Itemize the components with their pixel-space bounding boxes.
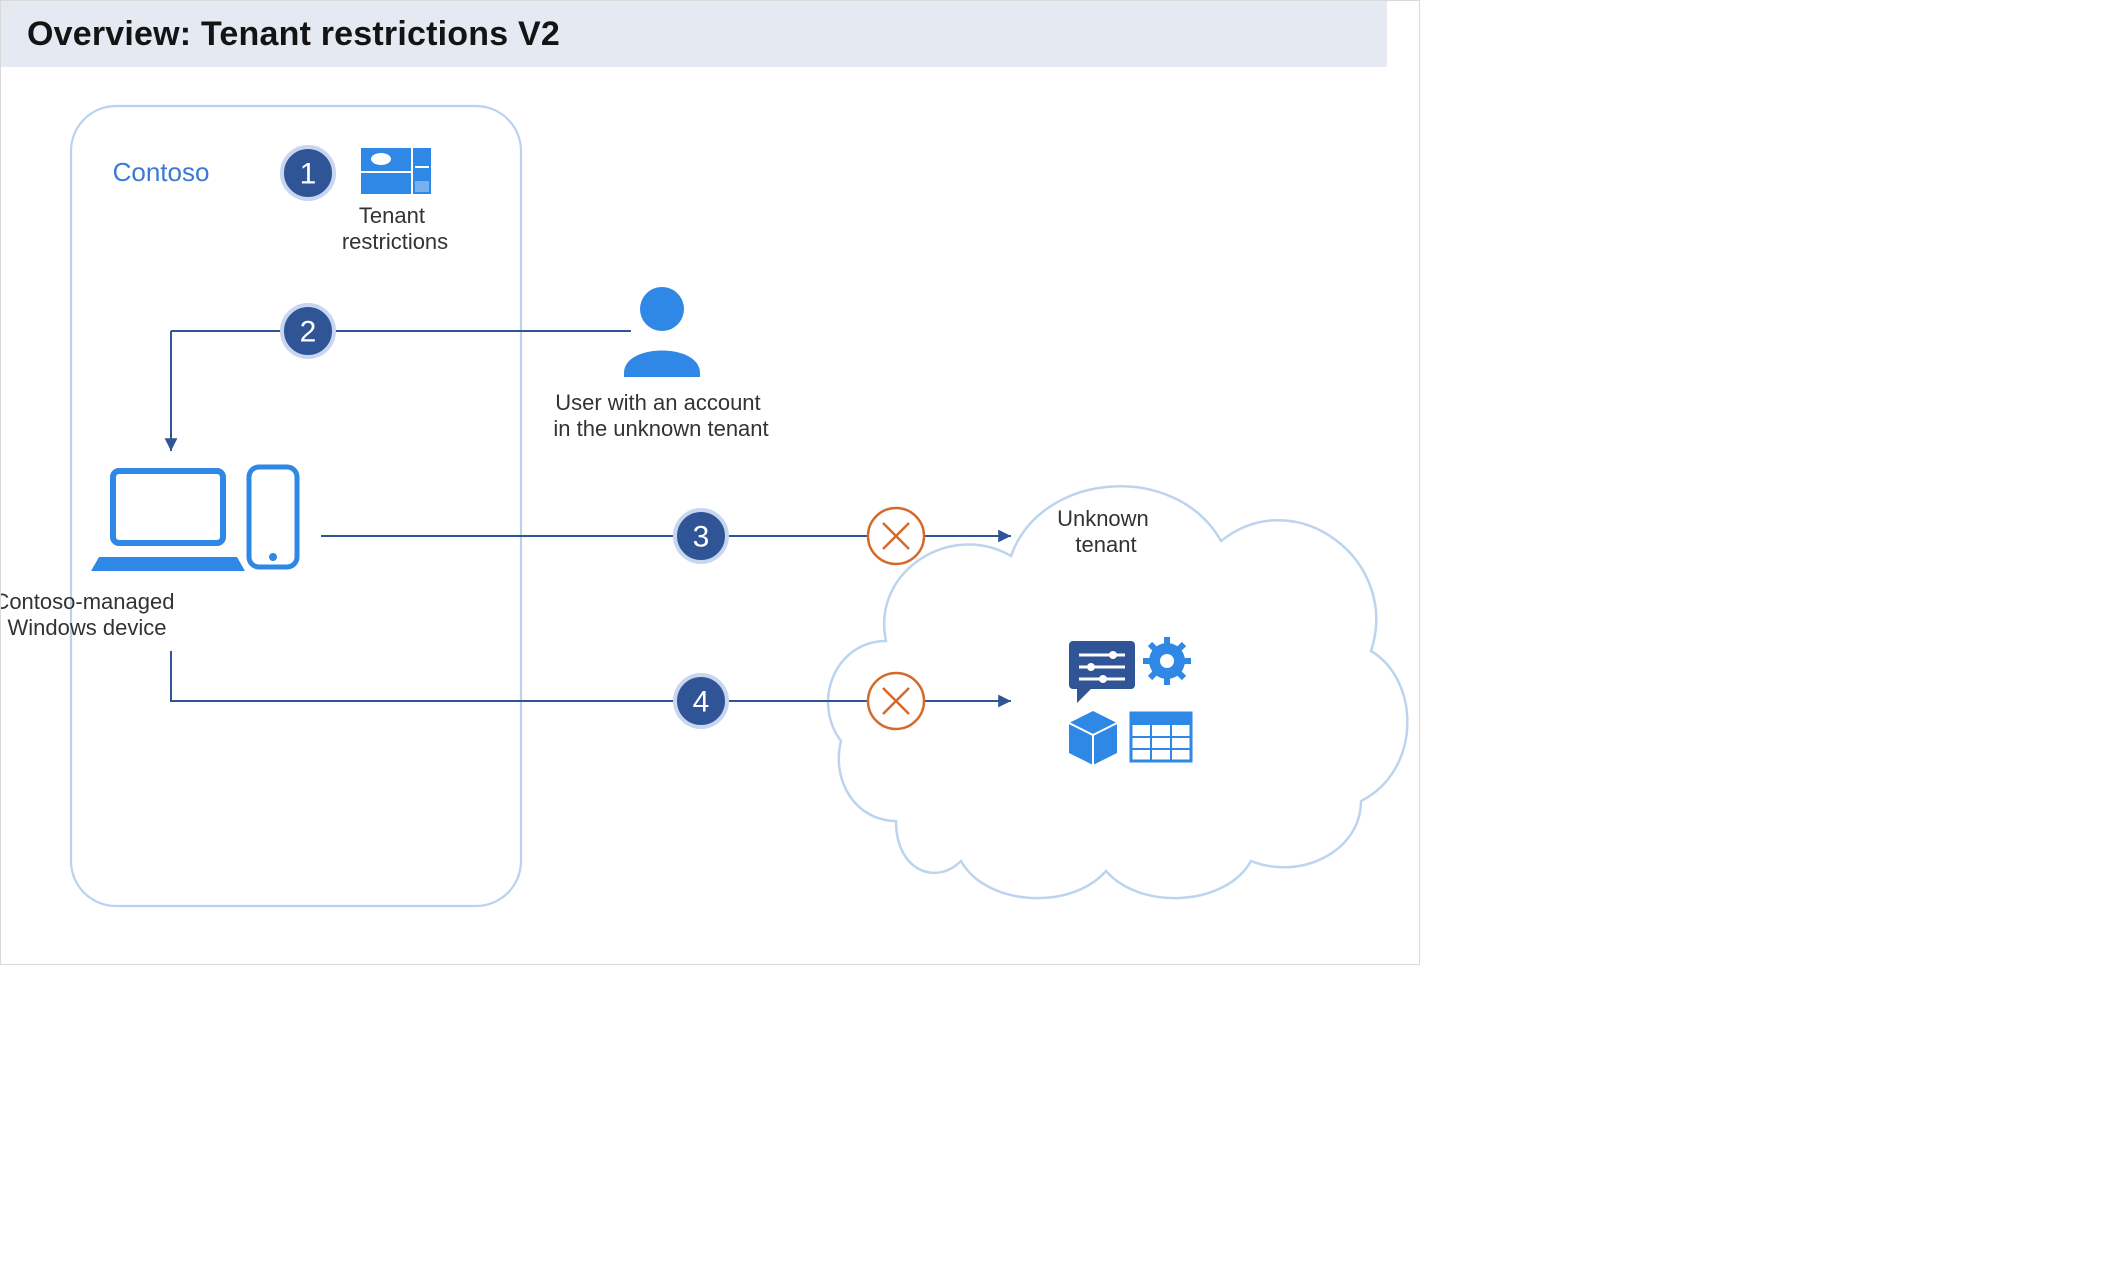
step-1-caption: Tenant restrictions <box>342 203 448 254</box>
device-laptop-icon <box>91 471 245 571</box>
step-1-number: 1 <box>300 158 317 191</box>
tenant-name: Contoso <box>113 157 210 187</box>
user-caption: User with an account in the unknown tena… <box>553 390 768 441</box>
step-2-badge: 2 <box>282 305 334 357</box>
unknown-tenant-caption: Unknown tenant <box>1057 506 1155 557</box>
user-icon <box>624 287 700 377</box>
step-3-number: 3 <box>693 521 710 554</box>
device-phone-icon <box>249 467 297 567</box>
deny-icon-1 <box>868 508 924 564</box>
step-4-badge: 4 <box>675 675 727 727</box>
tenant-restrictions-icon <box>361 148 431 194</box>
step-1-badge: 1 <box>282 147 334 199</box>
grid-icon <box>1131 713 1191 761</box>
diagram-frame: Overview: Tenant restrictions V2 Contoso… <box>0 0 1420 965</box>
step-4-number: 4 <box>693 686 710 719</box>
gear-icon <box>1143 637 1191 685</box>
device-caption: Contoso-managed Windows device <box>1 589 181 640</box>
diagram-canvas: Contoso 1 Tenant restrictions 2 <box>1 1 1420 965</box>
deny-icon-2 <box>868 673 924 729</box>
step-2-number: 2 <box>300 316 317 349</box>
resource-icons <box>1069 637 1191 765</box>
cube-icon <box>1069 711 1117 765</box>
step-3-badge: 3 <box>675 510 727 562</box>
